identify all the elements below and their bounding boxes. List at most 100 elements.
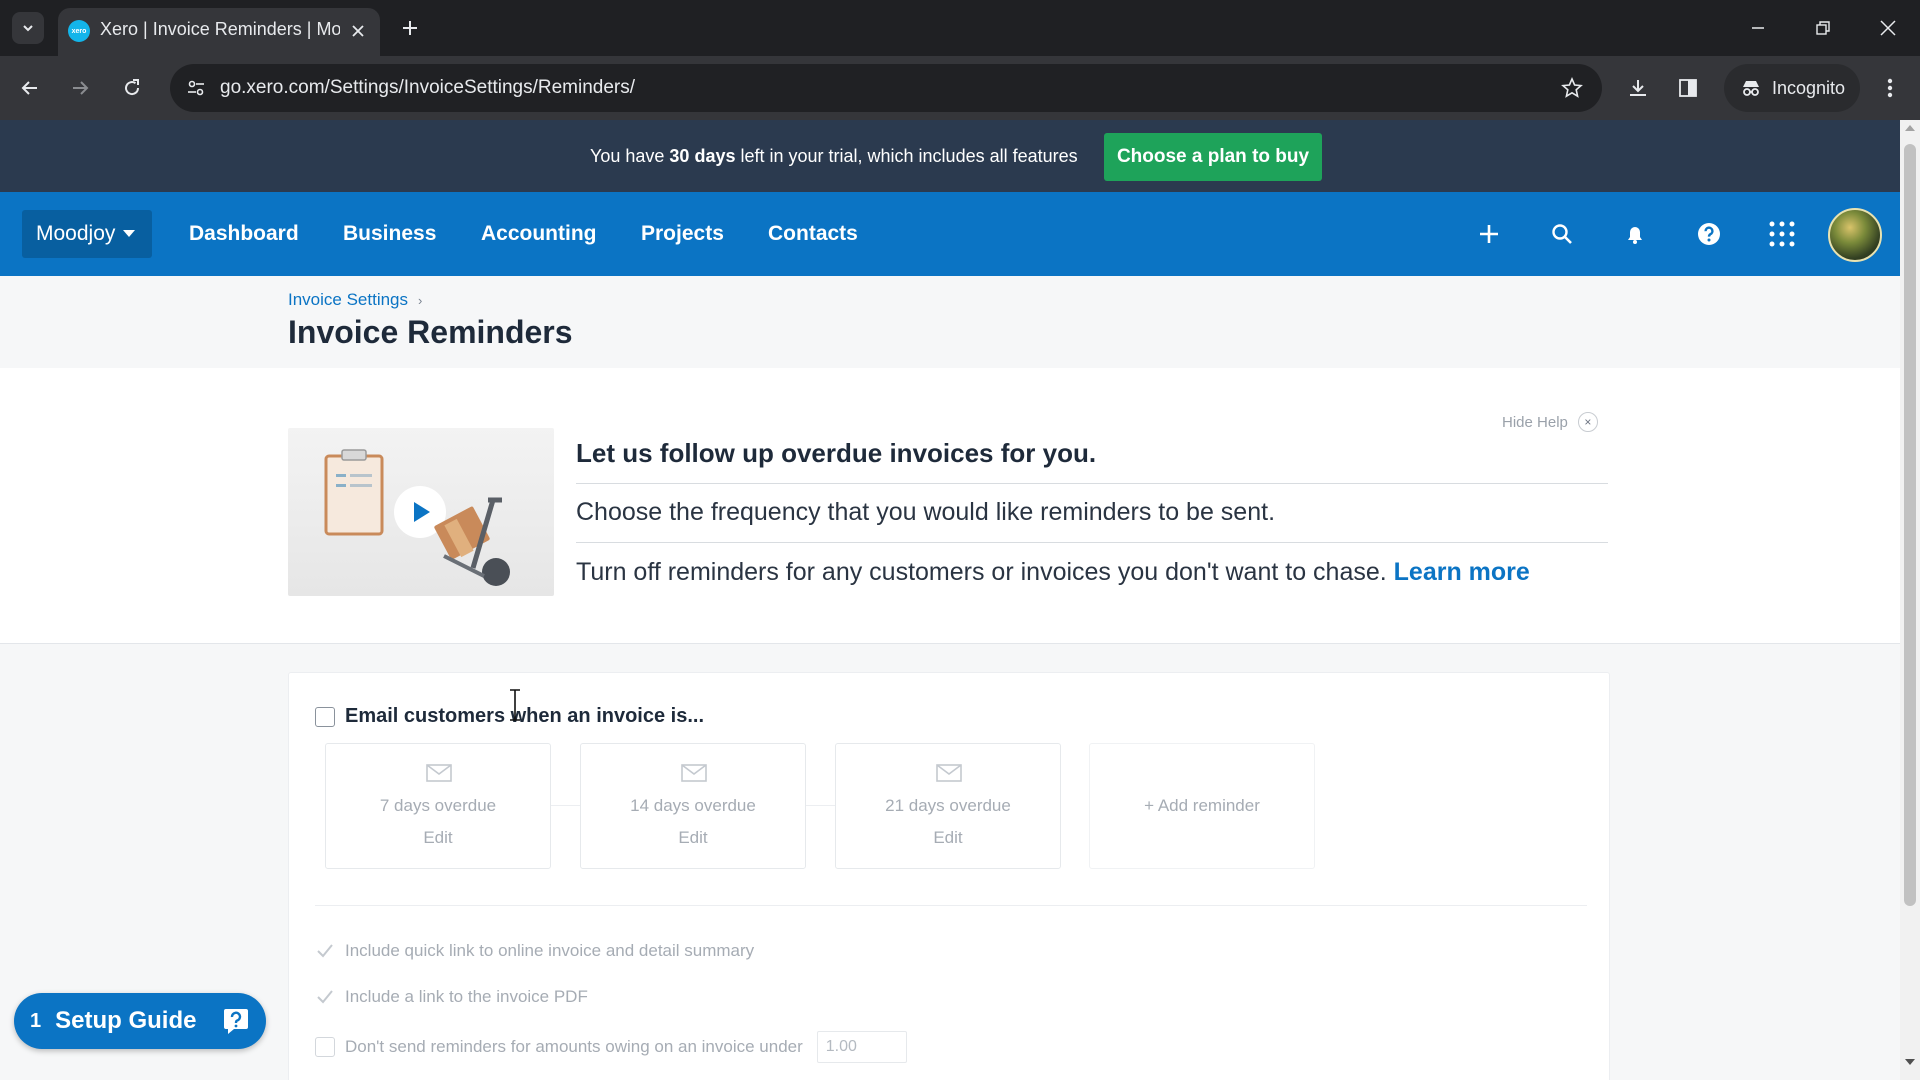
text-cursor-icon bbox=[510, 689, 520, 721]
address-bar[interactable]: go.xero.com/Settings/InvoiceSettings/Rem… bbox=[170, 64, 1602, 112]
caret-down-icon bbox=[123, 230, 136, 237]
new-tab-button[interactable] bbox=[396, 14, 424, 42]
close-icon bbox=[352, 25, 364, 37]
nav-projects[interactable]: Projects bbox=[641, 222, 724, 246]
page-title: Invoice Reminders bbox=[288, 314, 573, 350]
scroll-down-arrow-icon[interactable] bbox=[1905, 1058, 1915, 1066]
arrow-right-icon bbox=[73, 81, 89, 95]
create-new-button[interactable] bbox=[1471, 216, 1507, 252]
add-reminder-button[interactable]: + Add reminder bbox=[1089, 743, 1315, 869]
chevron-down-icon bbox=[23, 25, 33, 32]
arrow-left-icon bbox=[21, 81, 37, 95]
min-amount-input[interactable]: 1.00 bbox=[816, 1031, 907, 1063]
close-icon bbox=[1880, 20, 1896, 36]
help-video-thumbnail[interactable] bbox=[288, 428, 554, 596]
breadcrumb-separator: › bbox=[418, 292, 423, 308]
reload-button[interactable] bbox=[116, 72, 148, 104]
browser-tab-active[interactable]: xero Xero | Invoice Reminders | Moodjoy bbox=[58, 8, 380, 56]
nav-accounting[interactable]: Accounting bbox=[481, 222, 597, 246]
min-amount-option: Don't send reminders for amounts owing o… bbox=[315, 1031, 907, 1063]
incognito-icon bbox=[1743, 81, 1759, 96]
checkmark-icon[interactable] bbox=[315, 987, 335, 1007]
browser-menu-button[interactable] bbox=[1874, 72, 1906, 104]
site-info-button[interactable] bbox=[182, 74, 210, 102]
restore-icon bbox=[1816, 21, 1830, 35]
browser-toolbar: go.xero.com/Settings/InvoiceSettings/Rem… bbox=[0, 56, 1920, 120]
restore-window-button[interactable] bbox=[1803, 12, 1843, 44]
choose-plan-button[interactable]: Choose a plan to buy bbox=[1104, 133, 1322, 181]
help-divider bbox=[576, 542, 1608, 543]
envelope-icon bbox=[426, 764, 452, 782]
setup-guide-button[interactable]: 1 Setup Guide bbox=[14, 993, 266, 1049]
options-divider bbox=[315, 905, 1587, 906]
notifications-button[interactable] bbox=[1617, 216, 1653, 252]
reminders-card: Email customers when an invoice is... 7 … bbox=[288, 672, 1610, 1080]
tab-close-button[interactable] bbox=[346, 19, 370, 43]
back-button[interactable] bbox=[14, 72, 46, 104]
download-icon bbox=[1630, 80, 1646, 96]
scrollbar-thumb[interactable] bbox=[1904, 144, 1916, 906]
star-icon bbox=[1561, 77, 1583, 98]
setup-guide-label: Setup Guide bbox=[55, 1007, 197, 1034]
minimize-window-button[interactable] bbox=[1738, 12, 1778, 44]
trial-text-after: left in your trial, which includes all f… bbox=[735, 146, 1078, 166]
incognito-label: Incognito bbox=[1772, 77, 1846, 98]
bell-icon bbox=[1628, 227, 1642, 244]
setup-guide-count: 1 bbox=[30, 1009, 42, 1032]
search-icon bbox=[1552, 224, 1572, 244]
incognito-badge[interactable]: Incognito bbox=[1724, 64, 1860, 112]
help-line-frequency: Choose the frequency that you would like… bbox=[576, 498, 1276, 526]
checkmark-icon[interactable] bbox=[315, 941, 335, 961]
minimize-icon bbox=[1752, 27, 1764, 29]
help-button[interactable] bbox=[1691, 216, 1727, 252]
reminder-edit-link[interactable]: Edit bbox=[581, 828, 805, 848]
nav-business[interactable]: Business bbox=[343, 222, 436, 246]
tab-search-button[interactable] bbox=[12, 12, 44, 44]
bookmark-button[interactable] bbox=[1558, 74, 1586, 102]
chat-icon[interactable] bbox=[216, 1001, 256, 1041]
min-amount-checkbox[interactable] bbox=[315, 1037, 335, 1057]
plus-icon bbox=[403, 21, 417, 35]
reminder-tile-7-days: 7 days overdue Edit bbox=[325, 743, 551, 869]
scroll-up-arrow-icon[interactable] bbox=[1905, 124, 1915, 132]
apps-launcher-button[interactable] bbox=[1764, 216, 1800, 252]
pdf-link-option[interactable]: Include a link to the invoice PDF bbox=[315, 987, 588, 1007]
help-panel: Hide Help × Let us follow up overdue inv… bbox=[0, 368, 1900, 644]
help-turn-off-text: Turn off reminders for any customers or … bbox=[576, 558, 1394, 586]
hide-help-button[interactable]: Hide Help × bbox=[1502, 412, 1598, 432]
nav-dashboard[interactable]: Dashboard bbox=[189, 222, 299, 246]
trial-days: 30 days bbox=[669, 146, 736, 166]
pdf-link-label: Include a link to the invoice PDF bbox=[345, 987, 588, 1006]
learn-more-link[interactable]: Learn more bbox=[1394, 558, 1530, 586]
question-icon bbox=[1698, 223, 1720, 245]
plus-icon bbox=[1480, 225, 1498, 243]
user-avatar[interactable] bbox=[1828, 208, 1882, 262]
trial-text-before: You have bbox=[590, 146, 670, 166]
reminder-edit-link[interactable]: Edit bbox=[836, 828, 1060, 848]
quick-link-label: Include quick link to online invoice and… bbox=[345, 941, 755, 960]
envelope-icon bbox=[681, 764, 707, 782]
close-window-button[interactable] bbox=[1868, 12, 1908, 44]
xero-favicon-icon: xero bbox=[68, 20, 90, 42]
quick-link-option[interactable]: Include quick link to online invoice and… bbox=[315, 941, 754, 961]
forward-button[interactable] bbox=[64, 72, 96, 104]
grid-icon bbox=[1769, 221, 1795, 247]
reminder-edit-link[interactable]: Edit bbox=[326, 828, 550, 848]
search-button[interactable] bbox=[1544, 216, 1580, 252]
reminder-connector bbox=[551, 805, 581, 806]
email-customers-checkbox[interactable] bbox=[315, 706, 335, 727]
nav-contacts[interactable]: Contacts bbox=[768, 222, 858, 246]
reminder-label: 7 days overdue bbox=[379, 796, 497, 815]
page-scrollbar[interactable] bbox=[1900, 120, 1920, 1080]
side-panel-button[interactable] bbox=[1672, 72, 1704, 104]
url-text[interactable]: go.xero.com/Settings/InvoiceSettings/Rem… bbox=[220, 77, 635, 99]
reminder-label: 21 days overdue bbox=[885, 796, 1011, 815]
min-amount-label: Don't send reminders for amounts owing o… bbox=[345, 1037, 803, 1056]
organisation-menu-button[interactable]: Moodjoy bbox=[22, 210, 152, 258]
breadcrumb-invoice-settings[interactable]: Invoice Settings bbox=[288, 290, 408, 310]
reminder-connector bbox=[806, 805, 836, 806]
tune-icon bbox=[188, 80, 204, 96]
side-panel-icon bbox=[1679, 79, 1697, 97]
trial-message: You have 30 days left in your trial, whi… bbox=[590, 146, 1078, 167]
downloads-button[interactable] bbox=[1622, 72, 1654, 104]
